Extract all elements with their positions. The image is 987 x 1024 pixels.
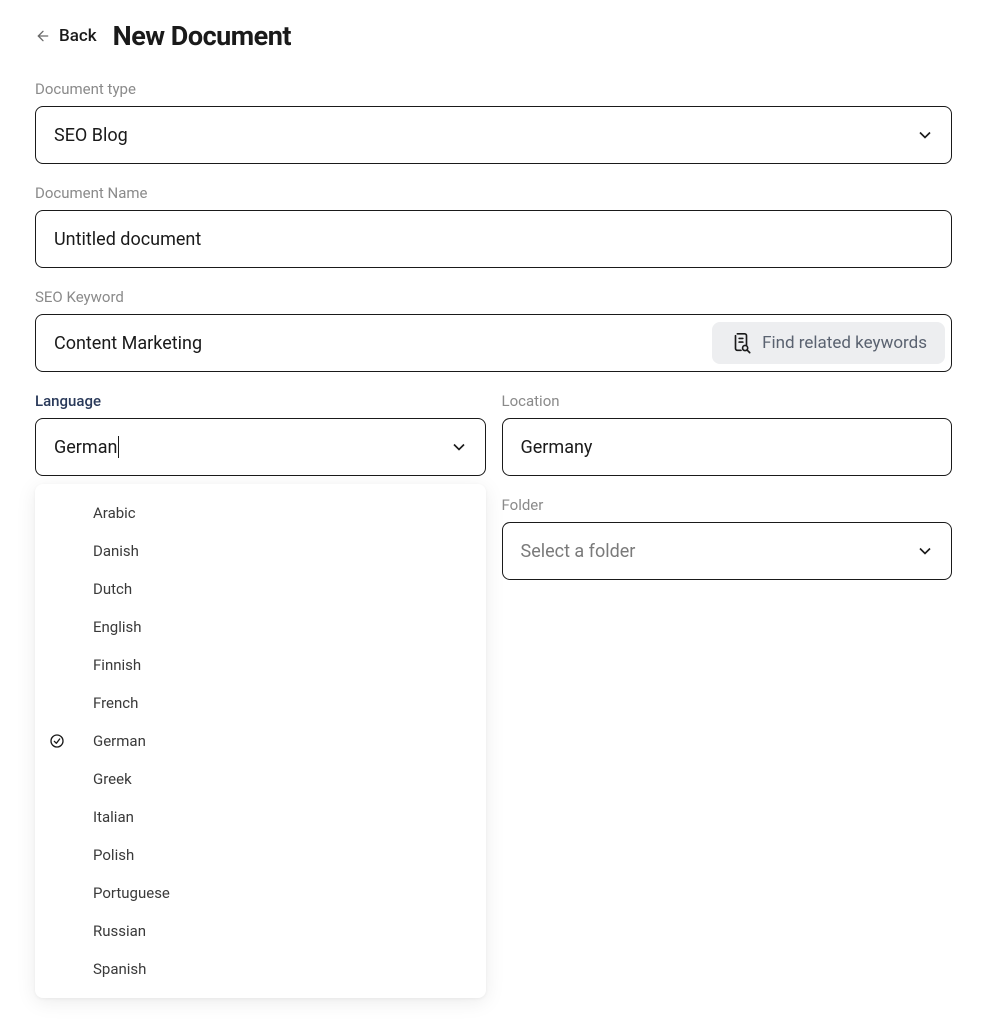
language-input-wrap: German — [54, 436, 119, 458]
document-type-value: SEO Blog — [54, 125, 128, 146]
location-field-wrap — [502, 418, 953, 476]
language-option-label: Arabic — [93, 504, 136, 522]
document-type-group: Document type SEO Blog — [35, 80, 952, 164]
language-option-label: German — [93, 732, 146, 750]
location-input[interactable] — [521, 437, 934, 458]
find-related-keywords-button[interactable]: Find related keywords — [712, 322, 945, 364]
folder-col: Folder Select a folder — [502, 496, 953, 580]
language-option[interactable]: Polish — [35, 836, 486, 874]
document-name-input[interactable] — [54, 229, 933, 250]
chevron-down-icon — [449, 437, 469, 457]
back-button[interactable]: Back — [35, 26, 97, 46]
chevron-down-icon — [915, 541, 935, 561]
arrow-left-icon — [35, 28, 51, 44]
language-option[interactable]: Dutch — [35, 570, 486, 608]
language-option-label: Russian — [93, 922, 146, 940]
language-option-label: Italian — [93, 808, 134, 826]
document-type-label: Document type — [35, 80, 952, 98]
language-option-label: Danish — [93, 542, 139, 560]
language-option[interactable]: Greek — [35, 760, 486, 798]
language-option[interactable]: French — [35, 684, 486, 722]
language-option[interactable]: Arabic — [35, 494, 486, 532]
language-option-label: Dutch — [93, 580, 132, 598]
check-circle-icon — [49, 733, 65, 749]
document-search-icon — [730, 332, 752, 354]
language-option[interactable]: English — [35, 608, 486, 646]
language-location-row: Language German ArabicDanishDutchEnglish… — [35, 392, 952, 476]
folder-placeholder: Select a folder — [521, 541, 636, 562]
seo-keyword-input[interactable] — [54, 333, 712, 354]
document-name-group: Document Name — [35, 184, 952, 268]
language-option-label: Polish — [93, 846, 134, 864]
page-title: New Document — [113, 20, 291, 52]
language-option[interactable]: Italian — [35, 798, 486, 836]
location-label: Location — [502, 392, 953, 410]
language-option-label: Finnish — [93, 656, 141, 674]
language-option[interactable]: Danish — [35, 532, 486, 570]
seo-keyword-group: SEO Keyword Find related keywords — [35, 288, 952, 372]
document-name-label: Document Name — [35, 184, 952, 202]
language-col: Language German ArabicDanishDutchEnglish… — [35, 392, 486, 476]
language-option-label: Portuguese — [93, 884, 170, 902]
language-label: Language — [35, 392, 486, 410]
chevron-down-icon — [915, 125, 935, 145]
document-name-field-wrap — [35, 210, 952, 268]
find-keywords-label: Find related keywords — [762, 333, 927, 353]
seo-keyword-label: SEO Keyword — [35, 288, 952, 306]
language-option-label: Greek — [93, 770, 132, 788]
back-label: Back — [59, 26, 97, 46]
language-option[interactable]: Russian — [35, 912, 486, 950]
language-option[interactable]: Spanish — [35, 950, 486, 988]
language-option[interactable]: Finnish — [35, 646, 486, 684]
language-select[interactable]: German — [35, 418, 486, 476]
language-option-label: Spanish — [93, 960, 146, 978]
document-type-select[interactable]: SEO Blog — [35, 106, 952, 164]
location-col: Location — [502, 392, 953, 476]
language-value: German — [54, 437, 117, 458]
folder-select[interactable]: Select a folder — [502, 522, 953, 580]
text-cursor — [118, 436, 119, 458]
folder-label: Folder — [502, 496, 953, 514]
language-option-label: English — [93, 618, 142, 636]
page-header: Back New Document — [35, 20, 952, 52]
language-option[interactable]: Portuguese — [35, 874, 486, 912]
language-dropdown: Arabic Danish Dutch English Finnish French Ger… — [35, 484, 486, 998]
language-option-label: French — [93, 694, 138, 712]
language-option[interactable]: German — [35, 722, 486, 760]
seo-keyword-row: Find related keywords — [35, 314, 952, 372]
